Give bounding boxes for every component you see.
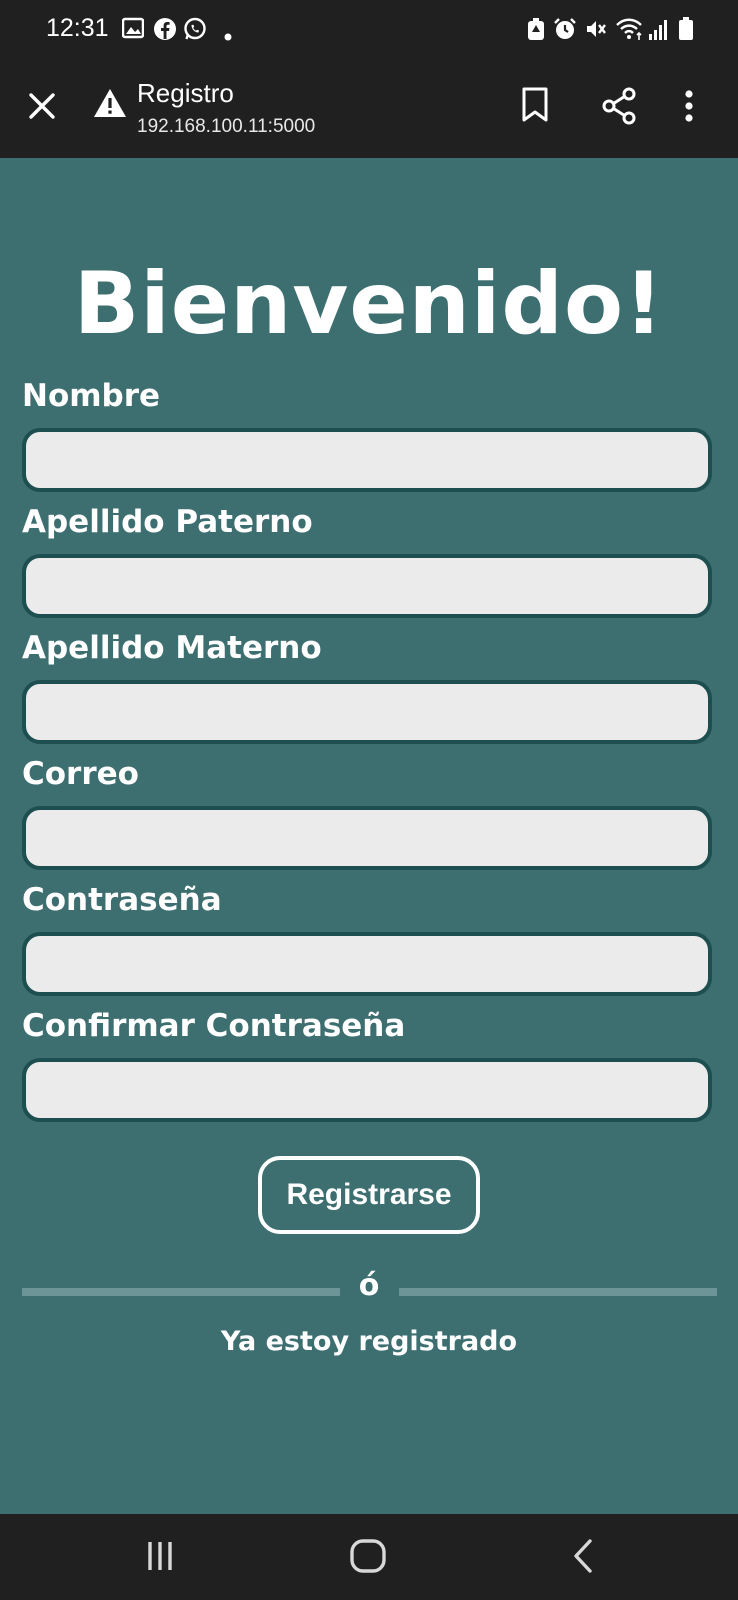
status-time: 12:31 — [46, 14, 109, 42]
register-button[interactable]: Registrarse — [258, 1156, 480, 1234]
wifi-icon — [615, 17, 645, 45]
alarm-icon — [553, 17, 577, 45]
close-icon[interactable] — [24, 88, 60, 128]
apellido-materno-input[interactable] — [22, 680, 712, 744]
apellido-paterno-input[interactable] — [22, 554, 712, 618]
nombre-input[interactable] — [22, 428, 712, 492]
browser-url[interactable]: 192.168.100.11:5000 — [137, 116, 315, 138]
correo-input[interactable] — [22, 806, 712, 870]
signal-icon — [648, 17, 668, 45]
already-registered-link[interactable]: Ya estoy registrado — [0, 1326, 738, 1357]
confirmar-contrasena-input[interactable] — [22, 1058, 712, 1122]
system-nav-bar — [0, 1514, 738, 1600]
share-icon[interactable] — [600, 86, 638, 130]
divider-right — [399, 1288, 717, 1296]
registration-page: Bienvenido! Nombre Apellido Paterno Apel… — [0, 158, 738, 1514]
divider-separator: ó — [358, 1268, 380, 1303]
status-bar: 12:31 — [0, 0, 738, 62]
image-icon — [121, 17, 145, 43]
more-vert-icon[interactable] — [683, 88, 695, 128]
bookmark-icon[interactable] — [520, 86, 550, 128]
contrasena-input[interactable] — [22, 932, 712, 996]
correo-label: Correo — [22, 756, 139, 792]
browser-page-title: Registro — [137, 78, 234, 108]
dot-icon — [224, 26, 232, 45]
confirmar-contrasena-label: Confirmar Contraseña — [22, 1008, 406, 1044]
contrasena-label: Contraseña — [22, 882, 222, 918]
browser-toolbar: Registro 192.168.100.11:5000 — [0, 62, 738, 158]
page-heading: Bienvenido! — [73, 254, 665, 354]
divider-left — [22, 1288, 340, 1296]
home-icon[interactable] — [306, 1514, 426, 1600]
apellido-materno-label: Apellido Materno — [22, 630, 322, 666]
recent-apps-icon[interactable] — [100, 1514, 220, 1600]
back-icon[interactable] — [524, 1514, 644, 1600]
facebook-icon — [153, 17, 177, 45]
mute-icon — [584, 17, 608, 45]
whatsapp-icon — [183, 17, 207, 45]
battery-saver-icon — [526, 17, 546, 45]
battery-icon — [678, 17, 694, 45]
nombre-label: Nombre — [22, 378, 161, 414]
apellido-paterno-label: Apellido Paterno — [22, 504, 313, 540]
warning-icon[interactable] — [93, 88, 127, 122]
